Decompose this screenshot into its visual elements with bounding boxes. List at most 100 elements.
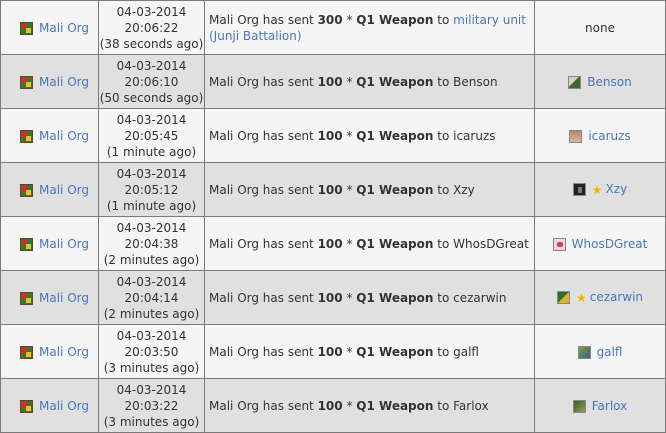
recipient-profile-link[interactable]: Xzy xyxy=(606,182,628,196)
item-name: Q1 Weapon xyxy=(356,182,434,197)
mali-org-avatar-icon[interactable] xyxy=(20,237,33,251)
to-word: to xyxy=(433,74,454,89)
time-text: 20:05:12 xyxy=(124,182,179,197)
sender-link[interactable]: Mali Org xyxy=(39,129,89,143)
recipient-none-text: none xyxy=(585,20,615,35)
sender-link[interactable]: Mali Org xyxy=(39,183,89,197)
table-row: Mali Org 04-03-2014 20:03:50 (3 minutes … xyxy=(0,324,666,379)
sender-link[interactable]: Mali Org xyxy=(39,399,89,413)
xzy-avatar-icon[interactable] xyxy=(572,183,586,197)
sender-cell: Mali Org xyxy=(0,162,99,217)
table-row: Mali Org 04-03-2014 20:04:14 (2 minutes … xyxy=(0,270,666,325)
ago-text: (3 minutes ago) xyxy=(103,414,200,429)
time-text: 20:06:22 xyxy=(124,20,179,35)
date-cell: 04-03-2014 20:04:38 (2 minutes ago) xyxy=(98,216,205,271)
date-text: 04-03-2014 xyxy=(116,328,187,343)
message-cell: Mali Org has sent 100 * Q1 Weapon to Xzy xyxy=(204,162,535,217)
multiplier: * xyxy=(342,290,357,305)
multiplier: * xyxy=(342,182,357,197)
recipient-name: Xzy xyxy=(453,182,475,197)
sender-cell: Mali Org xyxy=(0,108,99,163)
table-row: Mali Org 04-03-2014 20:05:12 (1 minute a… xyxy=(0,162,666,217)
mali-org-avatar-icon[interactable] xyxy=(20,291,33,305)
item-name: Q1 Weapon xyxy=(356,12,434,27)
donation-log-table: Mali Org 04-03-2014 20:06:22 (38 seconds… xyxy=(0,0,666,433)
to-word: to xyxy=(433,182,454,197)
sender-link[interactable]: Mali Org xyxy=(39,237,89,251)
date-cell: 04-03-2014 20:06:22 (38 seconds ago) xyxy=(98,0,205,55)
cezarwin-avatar-icon[interactable] xyxy=(556,291,570,305)
date-cell: 04-03-2014 20:03:22 (3 minutes ago) xyxy=(98,378,205,433)
ago-text: (3 minutes ago) xyxy=(103,360,200,375)
sender-cell: Mali Org xyxy=(0,54,99,109)
quantity: 100 xyxy=(317,290,343,305)
item-name: Q1 Weapon xyxy=(356,236,434,251)
recipient-profile-link[interactable]: icaruzs xyxy=(588,129,630,143)
time-text: 20:05:45 xyxy=(124,128,179,143)
table-row: Mali Org 04-03-2014 20:04:38 (2 minutes … xyxy=(0,216,666,271)
message-cell: Mali Org has sent 300 * Q1 Weapon to mil… xyxy=(204,0,535,55)
recipient-profile-link[interactable]: galfl xyxy=(597,345,623,359)
to-word: to xyxy=(433,12,454,27)
time-text: 20:04:38 xyxy=(124,236,179,251)
time-text: 20:06:10 xyxy=(124,74,179,89)
mali-org-avatar-icon[interactable] xyxy=(20,21,33,35)
table-row: Mali Org 04-03-2014 20:06:10 (50 seconds… xyxy=(0,54,666,109)
recipient-cell: Farlox xyxy=(534,378,666,433)
recipient-cell: galfl xyxy=(534,324,666,379)
sender-cell: Mali Org xyxy=(0,378,99,433)
whosdgreat-avatar-icon[interactable] xyxy=(552,237,566,251)
recipient-profile-link[interactable]: cezarwin xyxy=(590,290,643,304)
to-word: to xyxy=(433,398,454,413)
recipient-cell: ★ Xzy xyxy=(534,162,666,217)
item-name: Q1 Weapon xyxy=(356,290,434,305)
item-name: Q1 Weapon xyxy=(356,128,434,143)
sender-link[interactable]: Mali Org xyxy=(39,291,89,305)
to-word: to xyxy=(433,290,454,305)
star-icon: ★ xyxy=(575,290,587,305)
multiplier: * xyxy=(342,74,357,89)
galfl-avatar-icon[interactable] xyxy=(577,345,591,359)
sender-link[interactable]: Mali Org xyxy=(39,345,89,359)
date-cell: 04-03-2014 20:05:45 (1 minute ago) xyxy=(98,108,205,163)
mali-org-avatar-icon[interactable] xyxy=(20,345,33,359)
recipient-profile-link[interactable]: WhosDGreat xyxy=(572,237,648,251)
ago-text: (2 minutes ago) xyxy=(103,252,200,267)
table-row: Mali Org 04-03-2014 20:05:45 (1 minute a… xyxy=(0,108,666,163)
sender-cell: Mali Org xyxy=(0,270,99,325)
ago-text: (1 minute ago) xyxy=(106,198,197,213)
recipient-name: galfl xyxy=(453,344,479,359)
mali-org-avatar-icon[interactable] xyxy=(20,75,33,89)
recipient-name: Farlox xyxy=(453,398,489,413)
ago-text: (38 seconds ago) xyxy=(99,36,204,51)
sender-cell: Mali Org xyxy=(0,0,99,55)
sender-link[interactable]: Mali Org xyxy=(39,75,89,89)
date-text: 04-03-2014 xyxy=(116,4,187,19)
farlox-avatar-icon[interactable] xyxy=(572,399,586,413)
star-icon: ★ xyxy=(591,182,603,197)
message-prefix: Mali Org has sent xyxy=(209,128,318,143)
mali-org-avatar-icon[interactable] xyxy=(20,129,33,143)
recipient-name: icaruzs xyxy=(453,128,496,143)
mali-org-avatar-icon[interactable] xyxy=(20,399,33,413)
table-row: Mali Org 04-03-2014 20:03:22 (3 minutes … xyxy=(0,378,666,433)
recipient-cell: icaruzs xyxy=(534,108,666,163)
benson-avatar-icon[interactable] xyxy=(568,75,582,89)
recipient-cell: none xyxy=(534,0,666,55)
recipient-profile-link[interactable]: Benson xyxy=(587,75,631,89)
sender-cell: Mali Org xyxy=(0,324,99,379)
icaruzs-avatar-icon[interactable] xyxy=(569,129,583,143)
to-word: to xyxy=(433,236,454,251)
time-text: 20:04:14 xyxy=(124,290,179,305)
message-prefix: Mali Org has sent xyxy=(209,12,318,27)
date-cell: 04-03-2014 20:05:12 (1 minute ago) xyxy=(98,162,205,217)
date-text: 04-03-2014 xyxy=(116,58,187,73)
sender-cell: Mali Org xyxy=(0,216,99,271)
item-name: Q1 Weapon xyxy=(356,74,434,89)
recipient-profile-link[interactable]: Farlox xyxy=(592,399,628,413)
mali-org-avatar-icon[interactable] xyxy=(20,183,33,197)
to-word: to xyxy=(433,344,454,359)
date-text: 04-03-2014 xyxy=(116,220,187,235)
sender-link[interactable]: Mali Org xyxy=(39,21,89,35)
date-text: 04-03-2014 xyxy=(116,112,187,127)
